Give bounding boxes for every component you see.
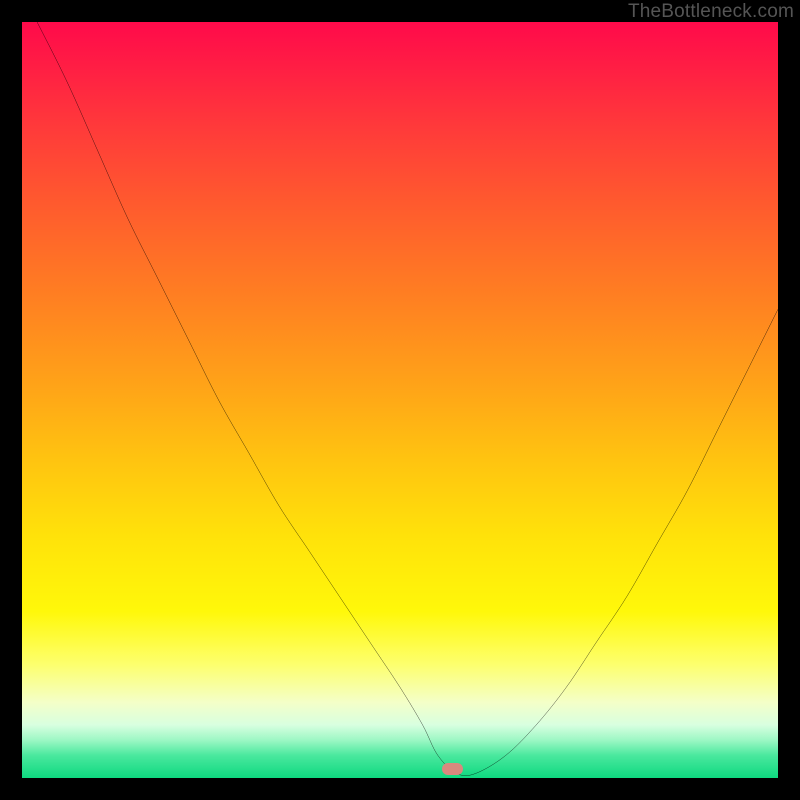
watermark-text: TheBottleneck.com bbox=[628, 1, 794, 23]
chart-frame bbox=[0, 0, 800, 800]
optimal-point-marker bbox=[442, 763, 463, 775]
bottleneck-curve bbox=[22, 22, 778, 778]
plot-area bbox=[22, 22, 778, 778]
